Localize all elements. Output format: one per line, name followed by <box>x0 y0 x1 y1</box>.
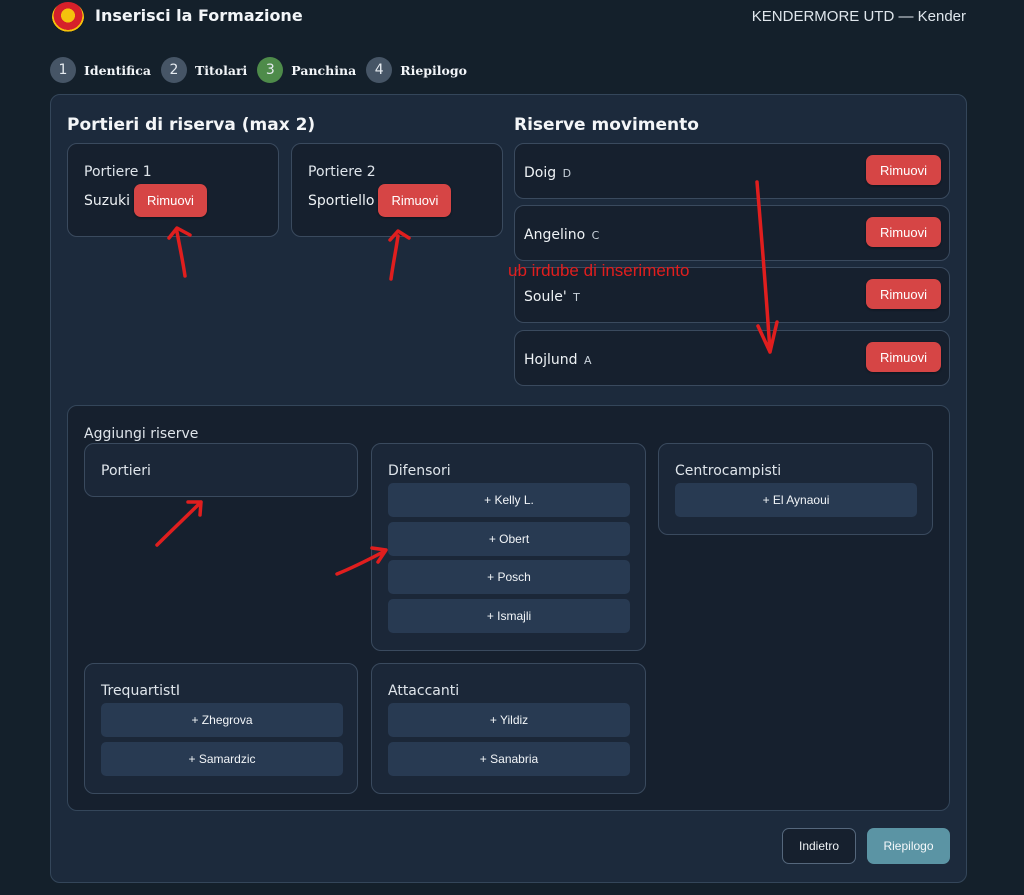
add-player-button[interactable]: + Zhegrova <box>101 703 343 737</box>
top-bar: Inserisci la Formazione KENDERMORE UTD —… <box>0 0 1024 34</box>
role-card-centrocampisti: Centrocampisti + El Aynaoui <box>658 443 933 535</box>
remove-goalkeeper-2-button[interactable]: Rimuovi <box>378 184 452 217</box>
add-player-button[interactable]: + Yildiz <box>388 703 630 737</box>
remove-reserve-button[interactable]: Rimuovi <box>866 279 941 309</box>
reserve-role: C <box>591 229 600 242</box>
annotation-text: ub irdube di inserimento <box>508 261 690 280</box>
role-title: Difensori <box>388 463 451 479</box>
remove-reserve-button[interactable]: Rimuovi <box>866 155 941 185</box>
step-label: Titolari <box>194 62 248 78</box>
role-card-difensori: Difensori + Kelly L. + Obert + Posch + I… <box>371 443 646 651</box>
team-name: KENDERMORE UTD — Kender <box>751 8 966 25</box>
step-identifica[interactable]: 1 Identifica <box>50 57 151 83</box>
remove-reserve-button[interactable]: Rimuovi <box>866 217 941 247</box>
stepper: 1 Identifica 2 Titolari 3 Panchina 4 Rie… <box>50 57 477 83</box>
slot-label: Portiere 1 <box>84 164 152 180</box>
step-number-active: 3 <box>257 57 284 83</box>
goalkeeper-slot-2: Portiere 2 Sportiello Rimuovi <box>291 143 503 237</box>
reserve-name: Angelino <box>524 227 586 243</box>
step-number: 2 <box>160 57 187 83</box>
step-riepilogo[interactable]: 4 Riepilogo <box>366 57 467 83</box>
step-label: Panchina <box>291 62 357 78</box>
role-card-portieri: Portieri <box>84 443 358 497</box>
add-player-button[interactable]: + Obert <box>388 521 630 556</box>
role-title: Portieri <box>101 463 151 479</box>
remove-reserve-button[interactable]: Rimuovi <box>866 342 941 372</box>
reserve-name: Soule' <box>524 289 567 305</box>
club-logo-icon <box>52 2 84 32</box>
role-card-attaccanti: Attaccanti + Yildiz + Sanabria <box>371 663 646 794</box>
slot-label: Portiere 2 <box>308 164 376 180</box>
page-title: Inserisci la Formazione <box>95 6 303 25</box>
reserve-role: T <box>573 291 580 304</box>
goalkeeper-slot-1: Portiere 1 Suzuki Rimuovi <box>67 143 279 237</box>
reserve-name: Doig <box>524 165 557 181</box>
role-card-trequartisti: TrequartistI + Zhegrova + Samardzic <box>84 663 358 794</box>
remove-goalkeeper-1-button[interactable]: Rimuovi <box>133 184 207 217</box>
reserve-item: Angelino C Rimuovi <box>514 205 950 261</box>
add-player-button[interactable]: + Kelly L. <box>388 483 630 517</box>
add-reserves-box: Aggiungi riserve Portieri Difensori + Ke… <box>67 405 950 811</box>
reserve-item: Doig D Rimuovi <box>514 143 950 199</box>
back-button[interactable]: Indietro <box>782 828 856 864</box>
add-player-button[interactable]: + Ismajli <box>388 599 630 634</box>
step-panchina[interactable]: 3 Panchina <box>257 57 356 83</box>
role-title: Attaccanti <box>388 683 460 699</box>
goalkeeper-name: Sportiello <box>308 192 375 209</box>
step-titolari[interactable]: 2 Titolari <box>160 57 248 83</box>
role-title: Centrocampisti <box>675 463 782 479</box>
step-label: Riepilogo <box>400 62 467 78</box>
reserve-role: A <box>583 354 592 367</box>
add-player-button[interactable]: + Samardzic <box>101 741 343 776</box>
step-number: 1 <box>50 57 76 83</box>
goalkeepers-title: Portieri di riserva (max 2) <box>67 115 316 135</box>
reserve-item: Hojlund A Rimuovi <box>514 330 950 386</box>
summary-button[interactable]: Riepilogo <box>867 828 950 864</box>
add-reserves-title: Aggiungi riserve <box>84 426 199 442</box>
role-title: TrequartistI <box>101 683 180 699</box>
add-player-button[interactable]: + Posch <box>388 560 630 595</box>
step-number: 4 <box>366 57 393 83</box>
reserve-name: Hojlund <box>524 352 578 368</box>
add-player-button[interactable]: + Sanabria <box>388 741 630 776</box>
reserve-role: D <box>562 167 572 180</box>
bench-panel: Portieri di riserva (max 2) Portiere 1 S… <box>50 94 967 883</box>
step-label: Identifica <box>84 62 151 78</box>
goalkeeper-name: Suzuki <box>84 192 130 209</box>
reserves-title: Riserve movimento <box>514 115 699 135</box>
add-player-button[interactable]: + El Aynaoui <box>675 483 917 517</box>
